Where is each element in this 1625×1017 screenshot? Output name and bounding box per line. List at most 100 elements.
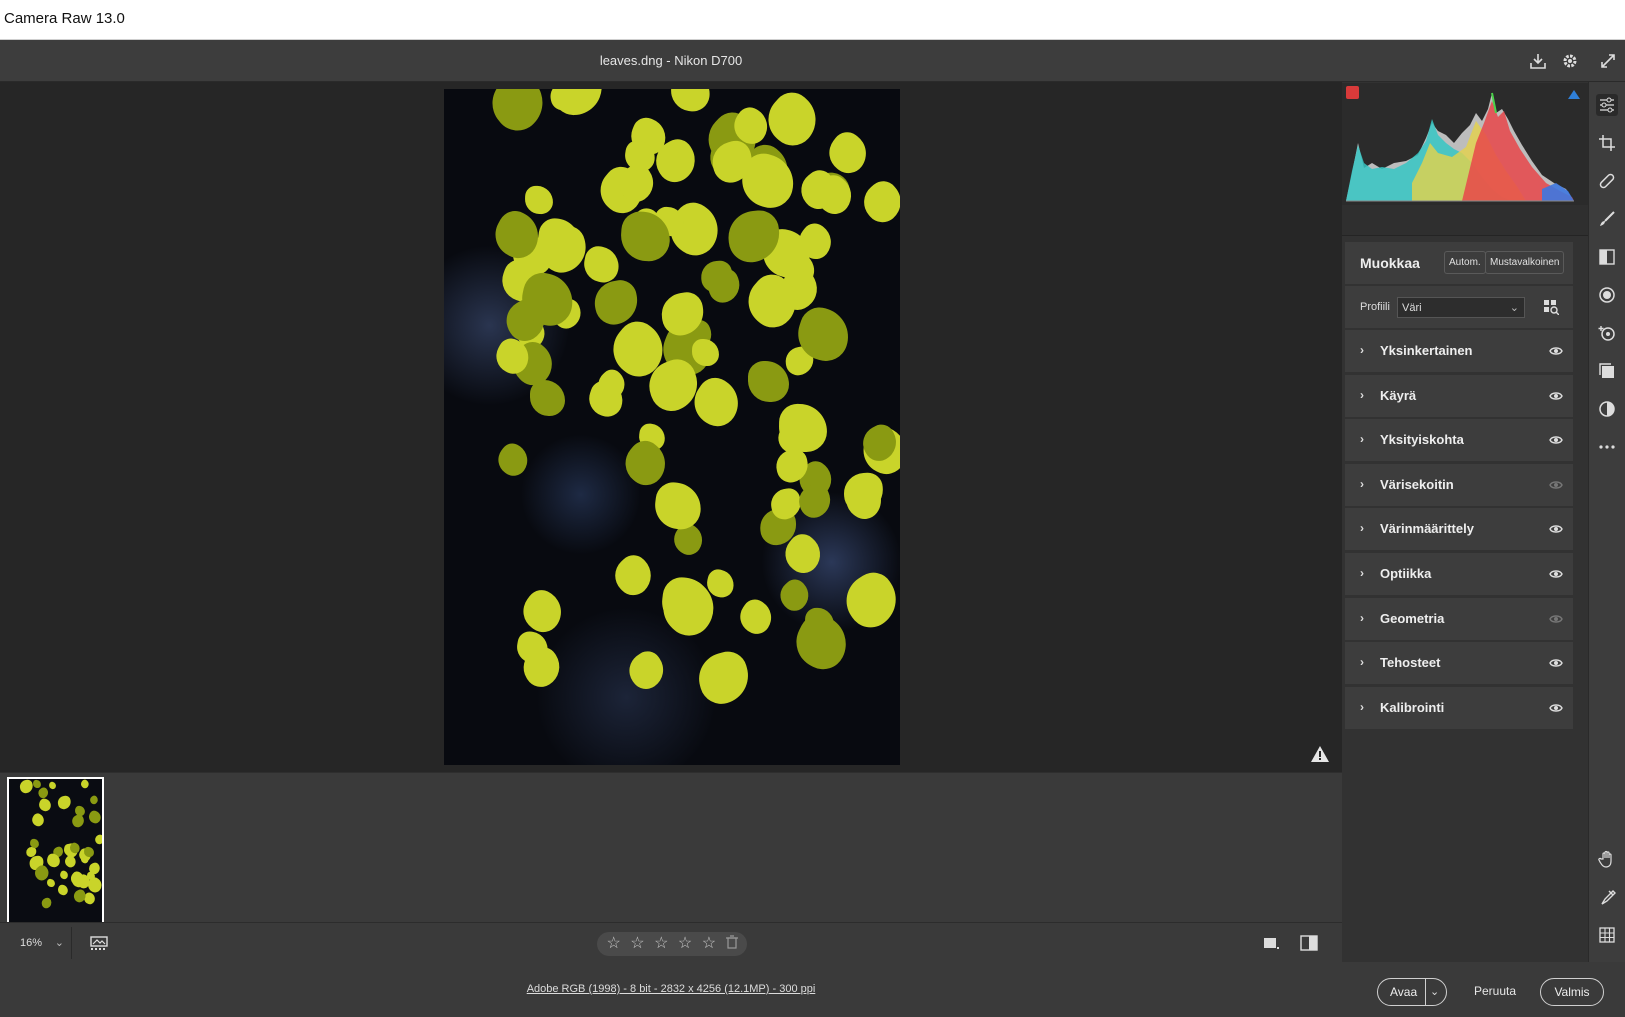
filmstrip-options-icon[interactable]	[89, 933, 111, 953]
panel-section[interactable]: › Värinmäärittely	[1345, 508, 1573, 551]
panel-section-label: Tehosteet	[1380, 655, 1441, 671]
histogram	[1342, 83, 1588, 205]
fullscreen-icon[interactable]	[1596, 49, 1620, 73]
zoom-value: 16%	[20, 937, 43, 949]
edit-title: Muokkaa	[1360, 255, 1420, 271]
chevron-right-icon: ›	[1360, 343, 1364, 357]
shadow-clipping-icon[interactable]	[1346, 86, 1359, 99]
leaf	[83, 846, 95, 858]
toolbar-divider	[71, 927, 72, 959]
chevron-right-icon: ›	[1360, 521, 1364, 536]
window-title: Camera Raw 13.0	[4, 10, 125, 27]
leaf	[35, 786, 51, 801]
star-3[interactable]: ☆	[654, 936, 668, 952]
filmstrip-thumbnail[interactable]	[7, 777, 104, 924]
leaf	[821, 126, 875, 180]
histogram-info-area	[1342, 205, 1588, 236]
edit-sliders-icon[interactable]	[1596, 94, 1618, 116]
leaf	[529, 380, 566, 417]
main-photo	[444, 89, 900, 765]
black-and-white-button[interactable]: Mustavalkoinen	[1485, 251, 1565, 274]
leaf	[668, 89, 712, 114]
panel-section[interactable]: › Yksityiskohta	[1345, 419, 1573, 462]
visibility-eye-icon[interactable]	[1549, 612, 1563, 624]
panel-section[interactable]: › Käyrä	[1345, 374, 1573, 417]
open-button-label: Avaa	[1390, 985, 1418, 999]
graduated-filter-icon[interactable]	[1596, 246, 1618, 268]
leaf	[88, 794, 100, 806]
bottom-toolbar: 16% ⌄ ☆ ☆ ☆ ☆ ☆	[0, 922, 1342, 962]
panel-section[interactable]: › Kalibrointi	[1345, 686, 1573, 729]
leaf	[87, 809, 102, 824]
filmstrip	[0, 772, 1342, 924]
leaf	[37, 797, 53, 813]
leaf	[481, 89, 555, 140]
visibility-eye-icon[interactable]	[1549, 656, 1563, 668]
image-canvas[interactable]	[0, 82, 1342, 772]
done-button[interactable]: Valmis	[1540, 978, 1604, 1006]
presets-icon[interactable]	[1596, 398, 1618, 420]
single-view-icon[interactable]	[1260, 933, 1282, 953]
cancel-button[interactable]: Peruuta	[1474, 984, 1516, 998]
leaf	[524, 185, 554, 215]
panel-section[interactable]: › Värisekoitin	[1345, 463, 1573, 506]
panel-section-label: Kalibrointi	[1380, 699, 1445, 715]
leaf	[40, 896, 54, 909]
visibility-eye-icon[interactable]	[1549, 389, 1563, 401]
crop-icon[interactable]	[1596, 132, 1618, 154]
save-icon[interactable]	[1526, 49, 1550, 73]
chevron-right-icon: ›	[1360, 699, 1364, 714]
workflow-options-link[interactable]: Adobe RGB (1998) - 8 bit - 2832 x 4256 (…	[0, 983, 1342, 995]
visibility-eye-icon[interactable]	[1549, 522, 1563, 534]
brush-icon[interactable]	[1596, 208, 1618, 230]
profile-select[interactable]: Väri ⌄	[1397, 297, 1525, 318]
chevron-right-icon: ›	[1360, 655, 1364, 670]
leaf	[691, 338, 719, 367]
snapshots-icon[interactable]	[1596, 360, 1618, 382]
star-4[interactable]: ☆	[678, 936, 692, 952]
star-1[interactable]: ☆	[606, 936, 620, 952]
chevron-down-icon: ⌄	[1509, 302, 1519, 314]
chevron-right-icon: ›	[1360, 476, 1364, 491]
status-bar: Adobe RGB (1998) - 8 bit - 2832 x 4256 (…	[0, 962, 1342, 1017]
visibility-eye-icon[interactable]	[1549, 567, 1563, 579]
visibility-eye-icon[interactable]	[1549, 478, 1563, 490]
panel-section[interactable]: › Optiikka	[1345, 553, 1573, 595]
white-balance-icon[interactable]	[1596, 886, 1618, 908]
panel-section[interactable]: › Tehosteet	[1345, 642, 1573, 685]
leaf	[58, 869, 70, 881]
trash-icon[interactable]	[725, 935, 738, 953]
red-eye-icon[interactable]	[1596, 322, 1618, 344]
leaf	[622, 645, 672, 695]
visibility-eye-icon[interactable]	[1549, 433, 1563, 445]
healing-icon[interactable]	[1596, 170, 1618, 192]
star-2[interactable]: ☆	[630, 936, 644, 952]
radial-filter-icon[interactable]	[1596, 284, 1618, 306]
star-5[interactable]: ☆	[702, 936, 716, 952]
compare-view-icon[interactable]	[1298, 933, 1320, 953]
chevron-down-icon[interactable]: ⌄	[1430, 985, 1439, 998]
gear-icon[interactable]	[1558, 49, 1582, 73]
profile-browser-icon[interactable]	[1543, 299, 1560, 316]
auto-button[interactable]: Autom.	[1444, 251, 1486, 274]
leaf	[491, 439, 534, 482]
star-rating: ☆ ☆ ☆ ☆ ☆	[597, 932, 747, 956]
visibility-eye-icon[interactable]	[1549, 344, 1563, 356]
header-bar: leaves.dng - Nikon D700	[0, 40, 1625, 82]
leaf	[607, 549, 660, 601]
warning-icon[interactable]	[1309, 744, 1331, 764]
panel-section[interactable]: › Geometria	[1345, 597, 1573, 640]
more-icon[interactable]	[1596, 436, 1618, 458]
hand-icon[interactable]	[1596, 848, 1618, 870]
leaf	[652, 480, 705, 532]
grid-overlay-icon[interactable]	[1596, 924, 1618, 946]
leaf	[29, 811, 47, 829]
open-button[interactable]: Avaa ⌄	[1377, 978, 1447, 1006]
profile-value: Väri	[1402, 302, 1422, 314]
chevron-right-icon: ›	[1360, 387, 1364, 402]
highlight-clipping-icon[interactable]	[1568, 90, 1580, 99]
leaf	[779, 403, 828, 453]
zoom-select[interactable]: 16% ⌄	[10, 933, 68, 955]
visibility-eye-icon[interactable]	[1549, 701, 1563, 713]
panel-section[interactable]: › Yksinkertainen	[1345, 330, 1573, 372]
